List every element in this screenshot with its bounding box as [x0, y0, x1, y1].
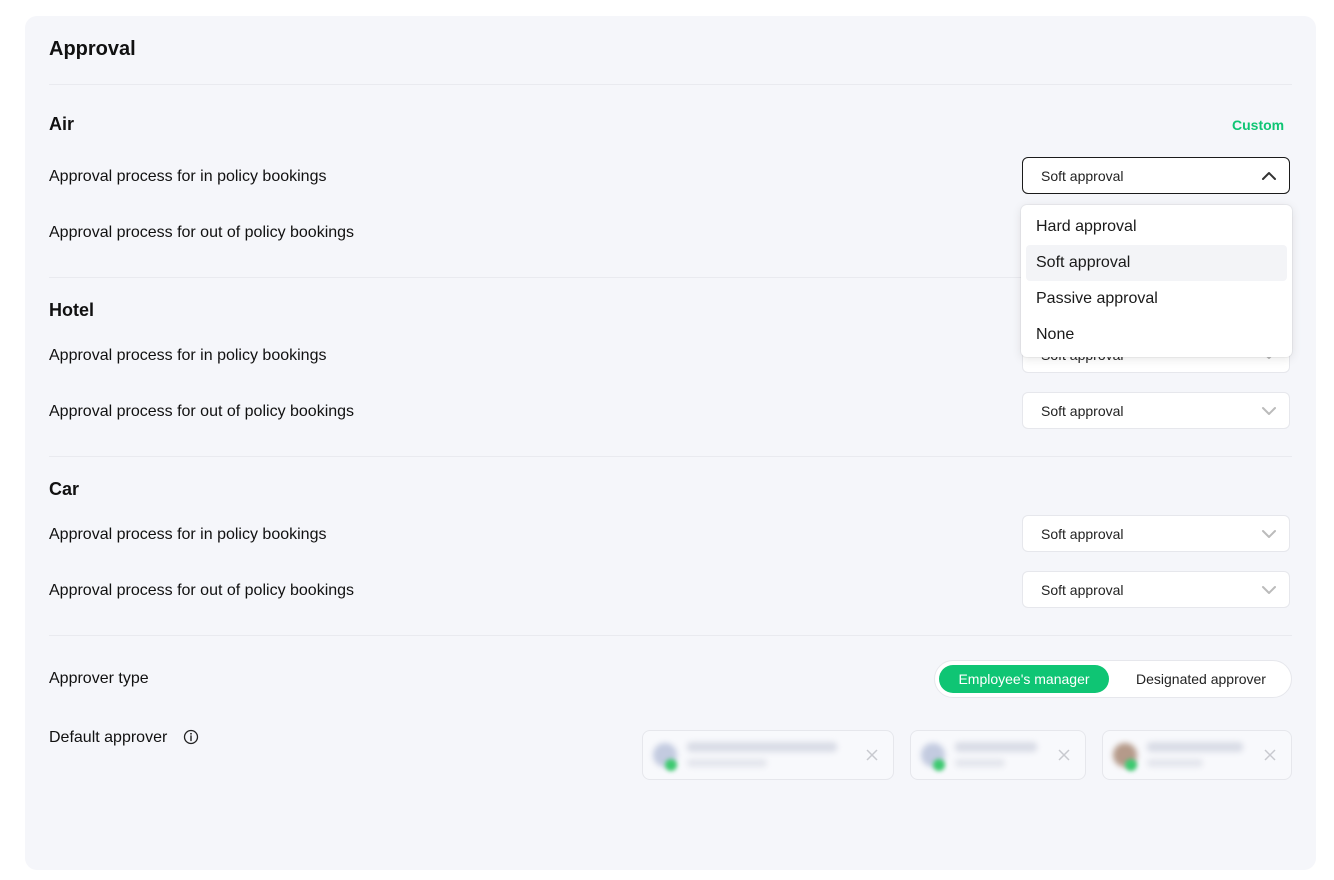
status-dot — [1125, 759, 1137, 771]
chevron-down-icon — [1262, 586, 1276, 594]
chevron-down-icon — [1262, 407, 1276, 415]
custom-badge[interactable]: Custom — [1232, 117, 1284, 133]
status-dot — [933, 759, 945, 771]
close-icon[interactable] — [865, 748, 879, 762]
close-icon[interactable] — [1263, 748, 1277, 762]
select-value: Soft approval — [1041, 403, 1124, 419]
default-approver-label: Default approver — [49, 729, 168, 746]
car-out-policy-label: Approval process for out of policy booki… — [49, 582, 355, 599]
blurred-name — [687, 742, 837, 752]
section-title-air: Air — [49, 114, 75, 134]
approval-card: Approval Air Custom Approval process for… — [25, 16, 1316, 870]
blurred-detail — [687, 759, 767, 767]
dropdown-option-hard-approval[interactable]: Hard approval — [1026, 209, 1287, 245]
info-icon[interactable] — [183, 729, 199, 745]
blurred-name — [955, 742, 1037, 752]
car-out-policy-select[interactable]: Soft approval — [1022, 571, 1290, 608]
approver-chip — [642, 730, 894, 780]
approver-type-toggle: Employee's manager Designated approver — [934, 660, 1292, 698]
chevron-up-icon — [1262, 172, 1276, 180]
chevron-down-icon — [1262, 530, 1276, 538]
divider — [49, 635, 1292, 636]
approver-type-option-designated[interactable]: Designated approver — [1113, 665, 1289, 693]
approval-dropdown-menu: Hard approval Soft approval Passive appr… — [1021, 205, 1292, 357]
hotel-in-policy-label: Approval process for in policy bookings — [49, 347, 327, 364]
approver-chip — [910, 730, 1086, 780]
approver-type-option-employee-manager[interactable]: Employee's manager — [939, 665, 1109, 693]
air-in-policy-select[interactable]: Soft approval — [1022, 157, 1290, 194]
section-title-car: Car — [49, 479, 80, 499]
hotel-out-policy-select[interactable]: Soft approval — [1022, 392, 1290, 429]
close-icon[interactable] — [1057, 748, 1071, 762]
air-out-policy-label: Approval process for out of policy booki… — [49, 224, 355, 241]
divider — [49, 84, 1292, 85]
status-dot — [665, 759, 677, 771]
approver-type-label: Approver type — [49, 670, 149, 687]
page-title: Approval — [49, 38, 136, 60]
blurred-detail — [955, 759, 1005, 767]
hotel-out-policy-label: Approval process for out of policy booki… — [49, 403, 355, 420]
car-in-policy-select[interactable]: Soft approval — [1022, 515, 1290, 552]
select-value: Soft approval — [1041, 526, 1124, 542]
car-in-policy-label: Approval process for in policy bookings — [49, 526, 327, 543]
select-value: Soft approval — [1041, 582, 1124, 598]
air-in-policy-label: Approval process for in policy bookings — [49, 168, 327, 185]
dropdown-option-none[interactable]: None — [1026, 317, 1287, 353]
dropdown-option-soft-approval[interactable]: Soft approval — [1026, 245, 1287, 281]
dropdown-option-passive-approval[interactable]: Passive approval — [1026, 281, 1287, 317]
section-title-hotel: Hotel — [49, 300, 94, 320]
select-value: Soft approval — [1041, 168, 1124, 184]
approver-chip — [1102, 730, 1292, 780]
divider — [49, 456, 1292, 457]
blurred-name — [1147, 742, 1243, 752]
blurred-detail — [1147, 759, 1203, 767]
